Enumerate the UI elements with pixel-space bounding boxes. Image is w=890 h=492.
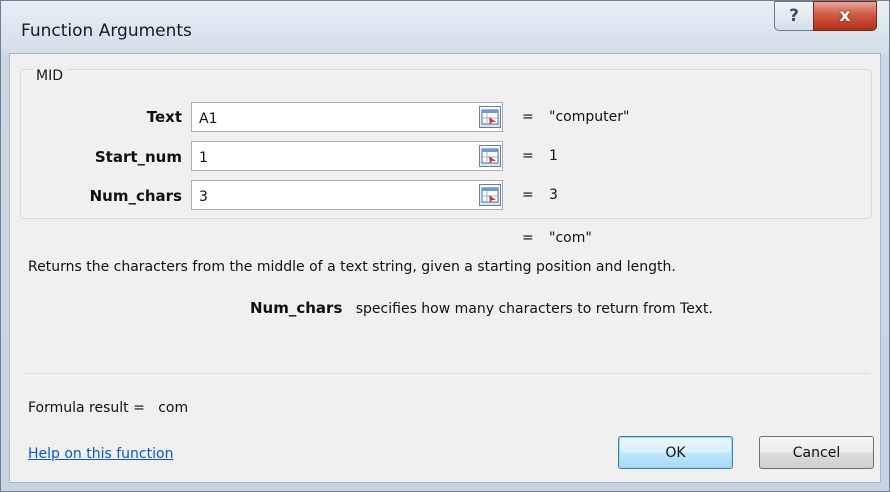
range-select-icon — [481, 148, 499, 164]
title-bar[interactable]: Function Arguments ? x — [1, 1, 889, 53]
arg-label-num-chars: Num_chars — [89, 187, 182, 205]
overall-result: "com" — [549, 230, 592, 246]
collapse-dialog-button-start-num[interactable] — [479, 145, 501, 167]
parameter-help-name: Num_chars — [250, 299, 343, 317]
overall-equals: = — [522, 230, 534, 246]
arg-result-start-num: 1 — [549, 148, 558, 164]
cancel-button[interactable]: Cancel — [759, 436, 874, 469]
dialog-title: Function Arguments — [21, 21, 192, 41]
close-button[interactable]: x — [813, 1, 877, 31]
start-num-arg-input[interactable] — [191, 141, 503, 171]
parameter-help-text: specifies how many characters to return … — [355, 301, 713, 317]
formula-result-value: com — [158, 400, 189, 416]
arg-label-start-num: Start_num — [94, 148, 182, 166]
arg-equals-start-num: = — [522, 148, 534, 164]
collapse-dialog-button-num-chars[interactable] — [479, 184, 501, 206]
formula-result: Formula result = com — [28, 400, 188, 416]
arg-result-text: "computer" — [549, 109, 630, 125]
question-mark-icon: ? — [789, 6, 799, 26]
range-select-icon — [481, 187, 499, 203]
formula-result-label: Formula result = — [28, 400, 145, 416]
arg-result-num-chars: 3 — [549, 187, 558, 203]
arg-equals-num-chars: = — [522, 187, 534, 203]
arg-equals-text: = — [522, 109, 534, 125]
help-button[interactable]: ? — [774, 1, 814, 31]
close-icon: x — [839, 6, 851, 26]
function-arguments-dialog: Function Arguments ? x MID Text = "compu… — [0, 0, 890, 492]
collapse-dialog-button-text[interactable] — [479, 106, 501, 128]
ok-button[interactable]: OK — [618, 436, 733, 469]
range-select-icon — [481, 109, 499, 125]
help-on-function-link[interactable]: Help on this function — [28, 446, 173, 462]
arg-label-text: Text — [146, 108, 182, 126]
function-name-label: MID — [33, 68, 66, 84]
divider — [25, 373, 870, 374]
parameter-help: Num_chars specifies how many characters … — [250, 299, 713, 317]
function-description: Returns the characters from the middle o… — [28, 259, 676, 275]
num-chars-arg-input[interactable] — [191, 180, 503, 210]
text-arg-input[interactable] — [191, 102, 503, 132]
dialog-body: MID Text = "computer" Start_num — [9, 53, 881, 483]
